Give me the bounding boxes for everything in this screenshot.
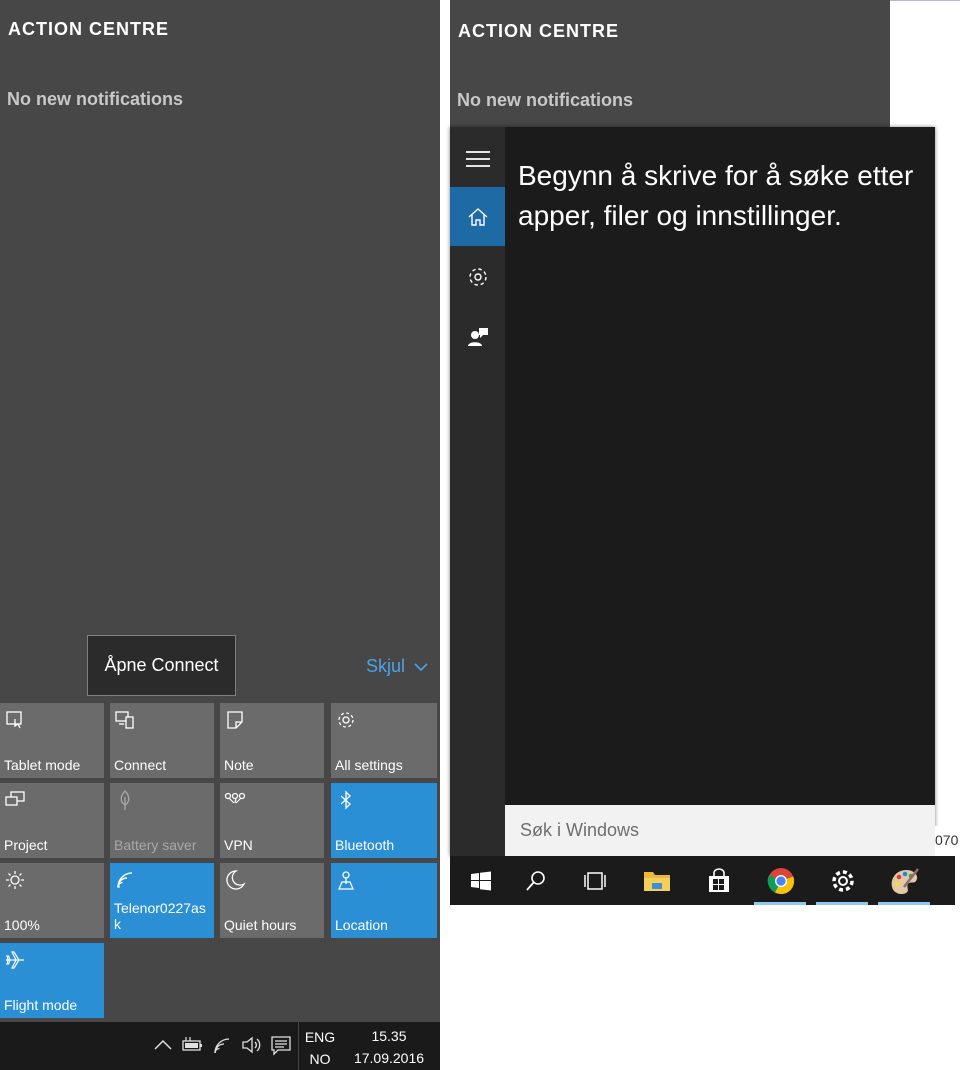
task-view-icon — [582, 870, 608, 892]
chrome-button[interactable] — [750, 856, 812, 905]
tile-wifi[interactable]: Telenor0227ask — [110, 863, 214, 938]
divider — [298, 1022, 299, 1070]
airplane-icon — [4, 949, 26, 971]
tile-label: Connect — [114, 757, 167, 773]
tile-label: Bluetooth — [335, 837, 395, 853]
search-nav-rail — [450, 127, 505, 856]
tile-label: Tablet mode — [4, 757, 81, 773]
file-explorer-button[interactable] — [626, 856, 688, 905]
store-button[interactable] — [688, 856, 750, 905]
tile-label: Telenor0227ask — [114, 900, 206, 932]
tile-label: Battery saver — [114, 837, 197, 853]
background-text: 070 — [935, 832, 959, 848]
vpn-icon — [224, 789, 246, 811]
windows-start-icon — [470, 870, 492, 892]
search-taskbar-button[interactable] — [505, 856, 567, 905]
file-explorer-icon — [643, 869, 671, 893]
search-panel — [450, 127, 935, 856]
gear-icon — [467, 266, 489, 288]
action-centre-icon[interactable] — [270, 1034, 292, 1056]
tablet-mode-icon — [4, 709, 26, 731]
taskbar-right — [450, 856, 955, 905]
no-notifications-text: No new notifications — [457, 90, 634, 110]
gear-icon — [335, 709, 357, 731]
action-centre-title: ACTION CENTRE — [458, 21, 619, 41]
running-indicator — [816, 902, 868, 905]
note-icon — [224, 709, 246, 731]
tile-label: Project — [4, 837, 48, 853]
tooltip-text: Åpne Connect — [104, 655, 219, 675]
running-indicator — [754, 902, 806, 905]
clock-time[interactable]: 15.35 — [350, 1028, 428, 1044]
paint-button[interactable] — [874, 856, 936, 905]
battery-icon[interactable] — [181, 1034, 203, 1056]
tile-project[interactable]: Project — [0, 783, 104, 858]
action-centre-panel-right: ACTION CENTRE No new notifications — [450, 0, 890, 135]
action-centre-title: ACTION CENTRE — [8, 19, 169, 39]
task-view-button[interactable] — [564, 856, 626, 905]
tile-brightness[interactable]: 100% — [0, 863, 104, 938]
clock-date[interactable]: 17.09.2016 — [350, 1050, 428, 1066]
chevron-up-icon[interactable] — [152, 1034, 174, 1056]
volume-icon[interactable] — [240, 1034, 262, 1056]
search-icon — [524, 869, 548, 893]
tile-vpn[interactable]: VPN — [220, 783, 324, 858]
action-centre-panel: ACTION CENTRE No new notifications Åpne … — [0, 0, 440, 1070]
collapse-link[interactable]: Skjul — [366, 656, 428, 677]
connect-tooltip: Åpne Connect — [87, 635, 236, 696]
home-button[interactable] — [450, 187, 505, 246]
settings-taskbar-button[interactable] — [812, 856, 874, 905]
tile-bluetooth[interactable]: Bluetooth — [331, 783, 437, 858]
bluetooth-icon — [335, 789, 357, 811]
language-bottom[interactable]: NO — [300, 1051, 340, 1067]
language-top[interactable]: ENG — [300, 1029, 340, 1045]
brightness-icon — [4, 869, 26, 891]
running-indicator — [878, 902, 930, 905]
tile-label: 100% — [4, 917, 40, 933]
tile-label: VPN — [224, 837, 253, 853]
wifi-tray-icon[interactable] — [211, 1034, 233, 1056]
feedback-icon — [467, 326, 489, 348]
tile-quiet-hours[interactable]: Quiet hours — [220, 863, 324, 938]
paint-icon — [890, 867, 920, 895]
tile-label: Location — [335, 917, 388, 933]
connect-icon — [114, 709, 136, 731]
search-hint-text: Begynn å skrive for å søke etter apper, … — [518, 160, 914, 231]
search-input[interactable]: Søk i Windows — [505, 805, 935, 856]
tile-label: Flight mode — [4, 997, 78, 1013]
collapse-label: Skjul — [366, 656, 406, 676]
no-notifications-text: No new notifications — [7, 89, 184, 109]
project-icon — [4, 789, 26, 811]
home-icon — [467, 206, 489, 228]
hamburger-menu-button[interactable] — [450, 129, 505, 188]
tile-battery-saver[interactable]: Battery saver — [110, 783, 214, 858]
tile-label: Note — [224, 757, 254, 773]
location-icon — [335, 869, 357, 891]
chrome-icon — [767, 867, 795, 895]
settings-button[interactable] — [450, 247, 505, 306]
battery-saver-icon — [114, 789, 136, 811]
tile-label: Quiet hours — [224, 917, 297, 933]
chevron-down-icon — [414, 662, 428, 672]
tile-all-settings[interactable]: All settings — [331, 703, 437, 778]
tile-connect[interactable]: Connect — [110, 703, 214, 778]
moon-icon — [224, 869, 246, 891]
settings-icon — [830, 868, 856, 894]
tile-location[interactable]: Location — [331, 863, 437, 938]
start-button[interactable] — [450, 856, 512, 905]
tile-note[interactable]: Note — [220, 703, 324, 778]
feedback-button[interactable] — [450, 307, 505, 366]
tile-tablet-mode[interactable]: Tablet mode — [0, 703, 104, 778]
window-edge-line — [890, 0, 960, 1]
search-placeholder: Søk i Windows — [520, 820, 640, 840]
hamburger-icon — [465, 150, 491, 168]
tile-flight-mode[interactable]: Flight mode — [0, 943, 104, 1018]
tile-label: All settings — [335, 757, 403, 773]
wifi-icon — [114, 869, 136, 891]
store-icon — [706, 867, 732, 894]
taskbar-left: ENG NO 15.35 17.09.2016 — [0, 1022, 440, 1070]
